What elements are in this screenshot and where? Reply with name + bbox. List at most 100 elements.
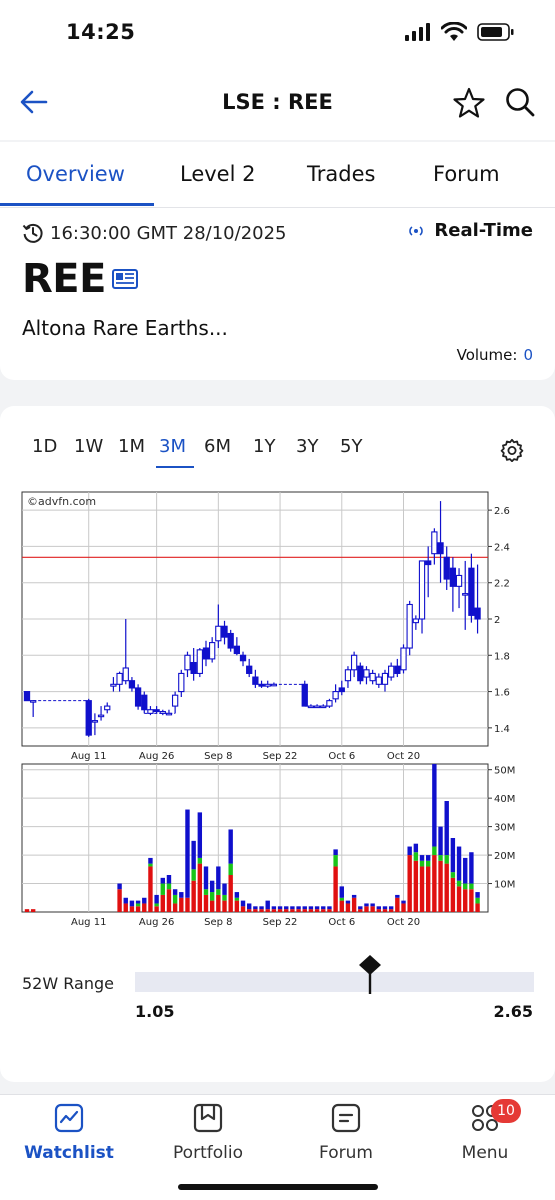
volume-bar-green	[154, 903, 159, 907]
candle-body	[30, 700, 37, 703]
volume-bar-blue	[277, 906, 283, 910]
volume-bar-red	[395, 897, 400, 912]
volume-bar-blue	[253, 906, 258, 910]
volume-bar-blue	[185, 809, 190, 898]
period-3m[interactable]: 3M	[159, 436, 186, 457]
volume-bar-red	[277, 909, 283, 912]
period-3y[interactable]: 3Y	[296, 436, 318, 457]
candle-body	[178, 672, 185, 693]
tab-level-2[interactable]: Level 2	[180, 162, 255, 186]
candle-body	[307, 705, 315, 709]
volume-bar-green	[333, 855, 338, 867]
quote-timestamp: 16:30:00 GMT 28/10/2025	[50, 222, 287, 244]
tab-forum[interactable]: Forum	[433, 162, 500, 186]
volume-bar-blue	[444, 801, 449, 856]
bookmark-icon	[193, 1103, 223, 1133]
volume-bar-red	[358, 909, 363, 912]
volume-bar-red	[123, 903, 128, 912]
volume-bar-red	[456, 886, 462, 912]
volume-bar-blue	[296, 906, 301, 910]
volume-bar-green	[148, 863, 153, 867]
candle-body	[122, 667, 129, 682]
volume-bar-blue	[321, 906, 326, 910]
volume-tick-label: 20M	[494, 851, 515, 862]
candle-body	[91, 720, 99, 723]
volume-bar-blue	[475, 892, 480, 898]
chart-card: 1D 1W 1M 3M 6M 1Y 3Y 5Y 2.6 2.4 2.2 2 1.8 1.6…	[0, 406, 555, 1082]
period-5y[interactable]: 5Y	[340, 436, 362, 457]
candle-body	[400, 647, 407, 671]
broadcast-icon	[409, 225, 424, 236]
range-marker	[359, 955, 382, 994]
volume-bar-green	[475, 897, 480, 904]
volume-bar-red	[117, 889, 122, 912]
search-icon[interactable]	[504, 86, 536, 118]
volume-bar-red	[246, 909, 252, 912]
candle-body	[338, 687, 345, 693]
volume-bar-blue	[123, 897, 128, 904]
candle-body	[270, 683, 278, 687]
candle-body	[128, 680, 136, 689]
volume-bar-red	[463, 889, 468, 912]
nav-forum[interactable]: Forum	[296, 1103, 396, 1163]
nav-watchlist-label: Watchlist	[24, 1143, 114, 1163]
range-track	[135, 972, 534, 992]
period-1m[interactable]: 1M	[118, 436, 145, 457]
volume-bar-red	[234, 900, 240, 912]
volume-value: 0	[523, 346, 533, 364]
volume-bar-blue	[209, 880, 215, 893]
candle-body	[171, 694, 179, 707]
volume-bar-red	[382, 909, 388, 912]
volume-bar-blue	[339, 886, 344, 898]
nav-portfolio[interactable]: Portfolio	[158, 1103, 258, 1163]
volume-bar-blue	[382, 906, 388, 910]
candle-body	[104, 705, 111, 711]
volume-bar-blue	[166, 875, 172, 884]
active-tab-indicator	[0, 203, 154, 206]
gear-icon[interactable]	[500, 438, 524, 462]
tab-trades[interactable]: Trades	[307, 162, 375, 186]
candle-body	[455, 574, 463, 587]
history-clock-icon	[22, 223, 43, 243]
nav-watchlist[interactable]: Watchlist	[19, 1103, 119, 1163]
volume-bar-red	[419, 866, 425, 912]
news-icon[interactable]	[111, 269, 138, 289]
star-icon[interactable]	[452, 86, 486, 120]
tab-overview[interactable]: Overview	[26, 162, 125, 186]
volume-bar-red	[216, 894, 221, 912]
signal-icon	[405, 23, 430, 41]
candle-body	[221, 625, 228, 638]
realtime-indicator[interactable]: Real-Time	[408, 220, 533, 241]
volume-bar-blue	[203, 866, 209, 890]
volume-bar-red	[253, 909, 258, 912]
candle-body	[85, 700, 92, 736]
period-1y[interactable]: 1Y	[253, 436, 275, 457]
period-1d[interactable]: 1D	[32, 436, 57, 457]
battery-icon	[477, 23, 514, 41]
price-tick-label: 2.4	[494, 542, 510, 553]
nav-menu[interactable]: 10 Menu	[435, 1099, 535, 1163]
candle-body	[215, 625, 222, 642]
forum-icon	[331, 1103, 361, 1133]
volume-bar-green	[419, 860, 425, 867]
candle-body	[264, 683, 271, 687]
volume-x-label: Oct 20	[387, 917, 420, 928]
candle-body	[159, 710, 166, 714]
volume-bar-red	[179, 897, 184, 912]
volume-bar-red	[469, 889, 474, 912]
wifi-icon	[441, 22, 467, 41]
volume-bar-red	[197, 863, 203, 912]
volume-bar-red	[327, 909, 332, 912]
volume-tick-label: 40M	[494, 794, 515, 805]
volume-bar-blue	[469, 852, 474, 884]
price-chart[interactable]: 2.6 2.4 2.2 2 1.8 1.6 1.4 Aug 11 Aug 26 Sep 8 Sep …	[20, 490, 535, 762]
period-1w[interactable]: 1W	[74, 436, 103, 457]
volume-bar-blue	[358, 906, 363, 910]
candle-body	[320, 705, 327, 709]
volume-chart[interactable]: 50M 40M 30M 20M 10M Aug 11 Aug 26 Sep 8 Sep 22 Oc…	[20, 762, 535, 936]
volume-bar-red	[475, 903, 480, 912]
status-icons	[405, 22, 515, 42]
volume-bar-green	[339, 897, 344, 901]
volume-bar-red	[240, 906, 246, 912]
period-6m[interactable]: 6M	[204, 436, 231, 457]
